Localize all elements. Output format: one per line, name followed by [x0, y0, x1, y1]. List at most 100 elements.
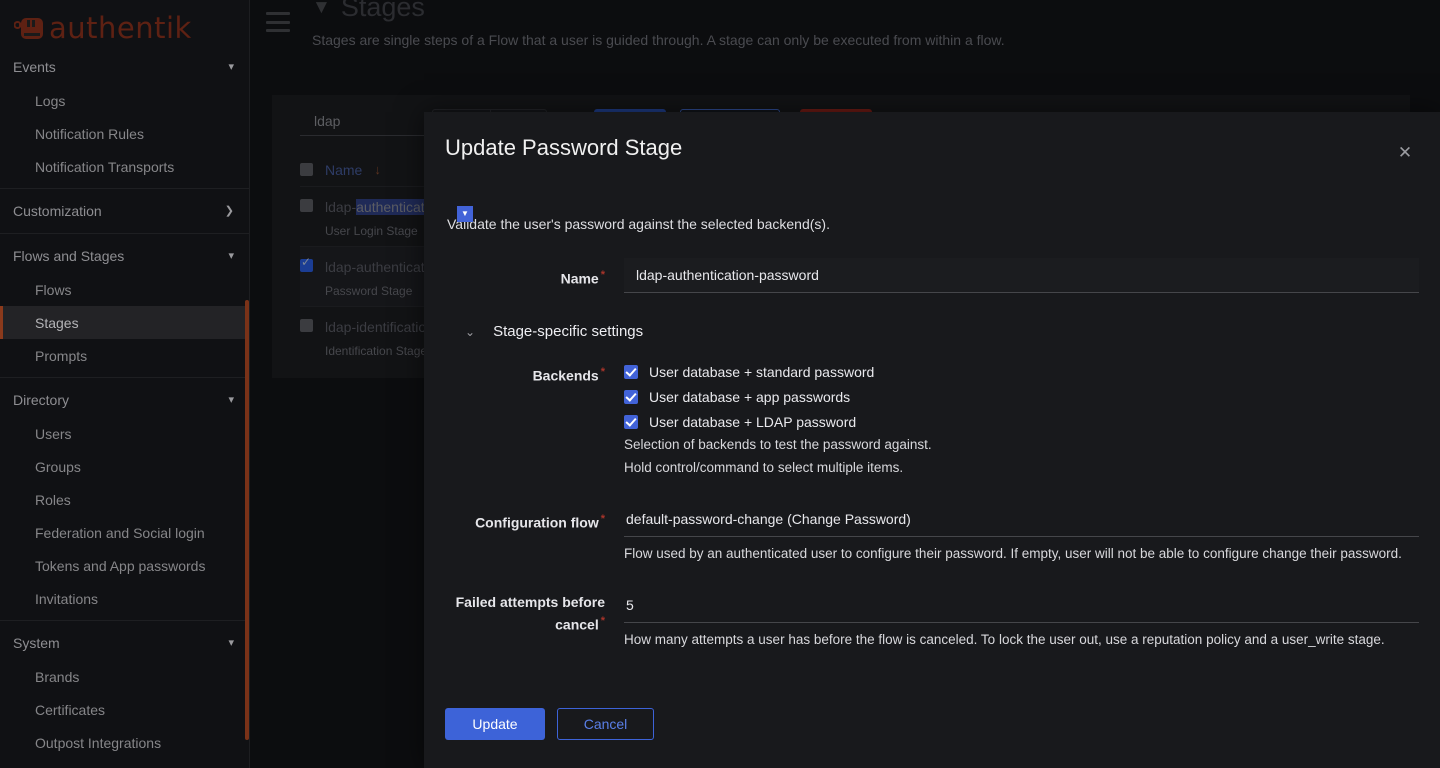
- backend-option[interactable]: User database + LDAP password: [624, 414, 1419, 430]
- app-root: authentik Events ▾ Logs Notification Rul…: [0, 0, 1440, 768]
- sidebar-item-label: Roles: [35, 492, 71, 508]
- field-configuration-flow-label: Configuration flow*: [445, 502, 624, 534]
- sidebar-item-notification-transports[interactable]: Notification Transports: [0, 150, 250, 183]
- backend-option[interactable]: User database + standard password: [624, 364, 1419, 380]
- sidebar-item-label: Invitations: [35, 591, 98, 607]
- sidebar-item-users[interactable]: Users: [0, 417, 250, 450]
- sidebar-group-flows-and-stages[interactable]: Flows and Stages ▾: [0, 239, 250, 273]
- sidebar-item-certificates[interactable]: Certificates: [0, 693, 250, 726]
- chevron-down-icon: ▾: [228, 62, 234, 73]
- required-marker: *: [601, 269, 605, 281]
- sidebar-nav: Events ▾ Logs Notification Rules Notific…: [0, 56, 250, 768]
- update-button[interactable]: Update: [445, 708, 545, 740]
- sidebar-item-federation-and-social-login[interactable]: Federation and Social login: [0, 516, 250, 549]
- sidebar-item-label: Federation and Social login: [35, 525, 205, 541]
- sidebar-group-customization[interactable]: Customization ❯: [0, 194, 250, 228]
- checkbox-checked-icon[interactable]: [624, 365, 638, 379]
- sidebar-divider: [0, 233, 250, 234]
- sidebar-item-stages[interactable]: Stages: [0, 306, 250, 339]
- modal-description-row: Validate the user's password against the…: [445, 206, 1419, 242]
- backend-option-label: User database + app passwords: [649, 389, 850, 405]
- cancel-button[interactable]: Cancel: [557, 708, 654, 740]
- sidebar-item-brands[interactable]: Brands: [0, 660, 250, 693]
- hamburger-menu-icon[interactable]: [266, 12, 290, 32]
- update-password-stage-modal: Update Password Stage ✕ Validate the use…: [424, 112, 1440, 768]
- page-header: ▼ Stages Stages are single steps of a Fl…: [312, 0, 1420, 48]
- sidebar-item-groups[interactable]: Groups: [0, 450, 250, 483]
- modal-body: Validate the user's password against the…: [424, 206, 1440, 650]
- sidebar-item-label: Groups: [35, 459, 81, 475]
- backends-help-1: Selection of backends to test the passwo…: [624, 435, 1419, 455]
- failed-attempts-input[interactable]: [624, 588, 1419, 623]
- stage-specific-settings-toggle[interactable]: ⌄ Stage-specific settings: [445, 323, 1419, 340]
- authentik-logo-icon: [14, 13, 46, 43]
- checkbox-checked-icon[interactable]: [624, 390, 638, 404]
- sidebar-item-label: Notification Rules: [35, 126, 144, 142]
- required-marker: *: [601, 615, 605, 627]
- sidebar-item-label: Prompts: [35, 348, 87, 364]
- backends-help-2: Hold control/command to select multiple …: [624, 458, 1419, 478]
- select-all-checkbox[interactable]: [300, 163, 313, 176]
- sort-down-arrow-icon[interactable]: ↓: [374, 162, 381, 177]
- brand-header[interactable]: authentik: [0, 0, 250, 56]
- sidebar-divider: [0, 620, 250, 621]
- row-checkbox[interactable]: [300, 199, 313, 212]
- chevron-down-icon: ⌄: [465, 325, 475, 339]
- stage-flask-icon: ▼: [312, 0, 331, 19]
- sidebar-item-logs[interactable]: Logs: [0, 84, 250, 117]
- row-name: ldap-authenticatio: [325, 199, 436, 215]
- sidebar-item-invitations[interactable]: Invitations: [0, 582, 250, 615]
- caret-down-icon[interactable]: ▼: [457, 206, 473, 222]
- sidebar-group-label: Directory: [13, 392, 69, 408]
- sidebar-item-flows[interactable]: Flows: [0, 273, 250, 306]
- sidebar-item-label: Brands: [35, 669, 79, 685]
- field-failed-attempts: Failed attempts before cancel* How many …: [445, 588, 1419, 650]
- sidebar-item-label: Outpost Integrations: [35, 735, 161, 751]
- authentik-logo: authentik: [14, 13, 192, 43]
- backend-option[interactable]: User database + app passwords: [624, 389, 1419, 405]
- sidebar-item-prompts[interactable]: Prompts: [0, 339, 250, 372]
- page-title: ▼ Stages: [312, 0, 1420, 23]
- search-input[interactable]: ldap: [314, 113, 340, 129]
- chevron-down-icon: ▾: [228, 395, 234, 406]
- configuration-flow-input[interactable]: [624, 502, 1419, 537]
- page-subtitle: Stages are single steps of a Flow that a…: [312, 32, 1420, 48]
- column-header-name[interactable]: Name: [325, 162, 362, 178]
- row-subtitle: Password Stage: [325, 284, 436, 298]
- failed-attempts-help: How many attempts a user has before the …: [624, 630, 1419, 650]
- sidebar-item-label: Stages: [35, 315, 79, 331]
- backends-checkbox-list: User database + standard password User d…: [624, 364, 1419, 430]
- checkbox-checked-icon[interactable]: [624, 415, 638, 429]
- row-checkbox[interactable]: [300, 259, 313, 272]
- chevron-right-icon: ❯: [225, 206, 234, 217]
- configuration-flow-help: Flow used by an authenticated user to co…: [624, 544, 1419, 564]
- backend-option-label: User database + LDAP password: [649, 414, 856, 430]
- sidebar-item-roles[interactable]: Roles: [0, 483, 250, 516]
- row-checkbox[interactable]: [300, 319, 313, 332]
- sidebar-item-label: Tokens and App passwords: [35, 558, 205, 574]
- chevron-down-icon: ▾: [228, 638, 234, 649]
- sidebar-group-directory[interactable]: Directory ▾: [0, 383, 250, 417]
- field-name: Name*: [445, 258, 1419, 293]
- sidebar: authentik Events ▾ Logs Notification Rul…: [0, 0, 250, 768]
- sidebar-item-outpost-integrations[interactable]: Outpost Integrations: [0, 726, 250, 759]
- sidebar-item-label: Logs: [35, 93, 65, 109]
- chevron-down-icon: ▾: [228, 251, 234, 262]
- sidebar-item-label: Users: [35, 426, 72, 442]
- modal-header: Update Password Stage ✕: [424, 112, 1440, 186]
- sidebar-scrollbar[interactable]: [245, 300, 249, 740]
- sidebar-group-system[interactable]: System ▾: [0, 626, 250, 660]
- sidebar-item-label: Notification Transports: [35, 159, 174, 175]
- row-name: ldap-authenticatio: [325, 259, 436, 275]
- section-title: Stage-specific settings: [493, 323, 643, 340]
- row-name: ldap-identification: [325, 319, 434, 335]
- sidebar-group-label: System: [13, 635, 60, 651]
- modal-title: Update Password Stage: [445, 136, 1410, 160]
- sidebar-group-label: Events: [13, 59, 56, 75]
- close-icon[interactable]: ✕: [1394, 141, 1416, 163]
- name-input[interactable]: [624, 258, 1419, 293]
- sidebar-item-tokens-and-app-passwords[interactable]: Tokens and App passwords: [0, 549, 250, 582]
- field-configuration-flow: Configuration flow* Flow used by an auth…: [445, 502, 1419, 564]
- sidebar-group-events[interactable]: Events ▾: [0, 50, 250, 84]
- sidebar-item-notification-rules[interactable]: Notification Rules: [0, 117, 250, 150]
